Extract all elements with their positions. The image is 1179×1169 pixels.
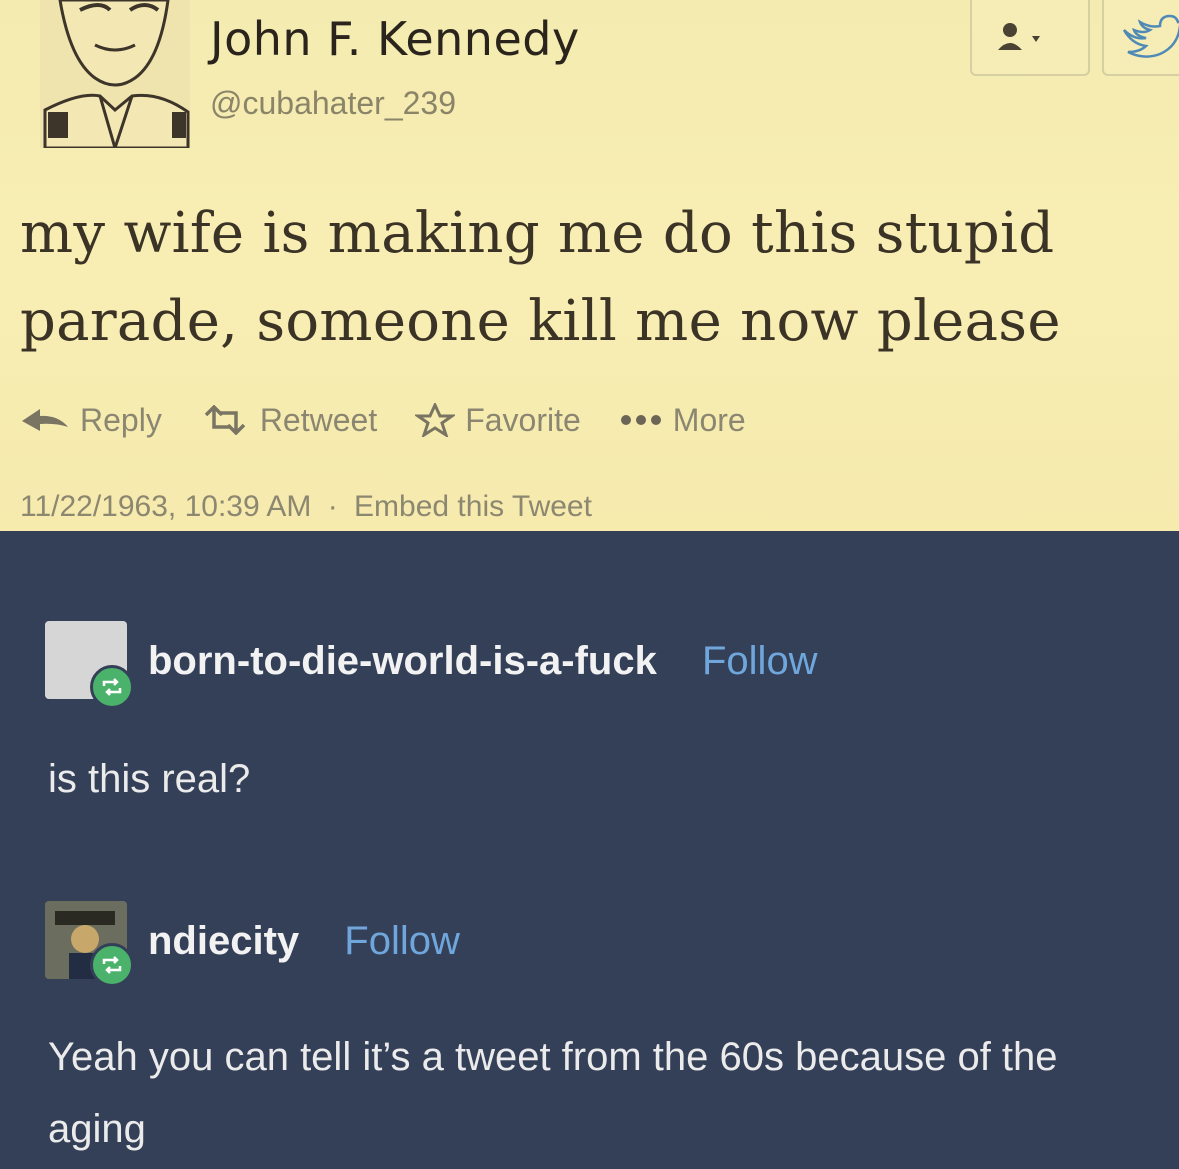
reblog-username[interactable]: born-to-die-world-is-a-fuck <box>148 639 657 683</box>
reblog-entry: born-to-die-world-is-a-fuck Follow is th… <box>0 531 1179 861</box>
more-label: More <box>672 401 746 438</box>
follow-link[interactable]: Follow <box>344 919 460 963</box>
star-icon <box>415 403 456 437</box>
reblog-comment: Yeah you can tell it’s a tweet from the … <box>48 1035 1058 1151</box>
favorite-button[interactable]: Favorite <box>415 402 581 439</box>
tweet-timestamp[interactable]: 11/22/1963, 10:39 AM <box>20 490 311 523</box>
kennedy-avatar[interactable] <box>40 0 190 154</box>
reblog-username-line: ndiecity Follow <box>148 919 460 964</box>
twitter-bird-icon <box>1122 14 1179 58</box>
reblog-badge-icon <box>90 943 134 987</box>
retweet-icon <box>204 405 246 435</box>
tweet-text: my wife is making me do this stupid para… <box>20 201 1061 354</box>
retweet-button[interactable]: Retweet <box>200 402 377 439</box>
embed-tweet-link[interactable]: Embed this Tweet <box>354 490 592 523</box>
tweet-meta: 11/22/1963, 10:39 AM · Embed this Tweet <box>20 490 592 524</box>
reply-label: Reply <box>80 401 162 438</box>
display-name[interactable]: John F. Kennedy <box>210 12 580 66</box>
more-dots-icon <box>620 415 661 425</box>
reblog-username-line: born-to-die-world-is-a-fuck Follow <box>148 639 818 684</box>
retweet-label: Retweet <box>259 401 378 438</box>
reply-arrow-icon <box>22 409 68 431</box>
meta-separator: · <box>327 490 338 523</box>
tweet-actions: Reply Retweet Favorite More <box>20 395 784 445</box>
twitter-bird-button[interactable] <box>1102 0 1179 76</box>
follow-link[interactable]: Follow <box>702 639 818 683</box>
reply-button[interactable]: Reply <box>20 402 162 439</box>
reblog-entry: ndiecity Follow Yeah you can tell it’s a… <box>0 861 1179 1169</box>
reblog-comment: is this real? <box>48 757 251 801</box>
reblog-badge-icon <box>90 665 134 709</box>
follow-user-button[interactable] <box>970 0 1090 76</box>
reblog-username[interactable]: ndiecity <box>148 919 299 963</box>
more-button[interactable]: More <box>619 402 746 439</box>
twitter-handle[interactable]: @cubahater_239 <box>210 85 456 122</box>
favorite-label: Favorite <box>465 401 581 438</box>
user-dropdown-icon <box>998 23 1040 50</box>
tweet-card: John F. Kennedy @cubahater_239 my wife i… <box>0 0 1179 531</box>
